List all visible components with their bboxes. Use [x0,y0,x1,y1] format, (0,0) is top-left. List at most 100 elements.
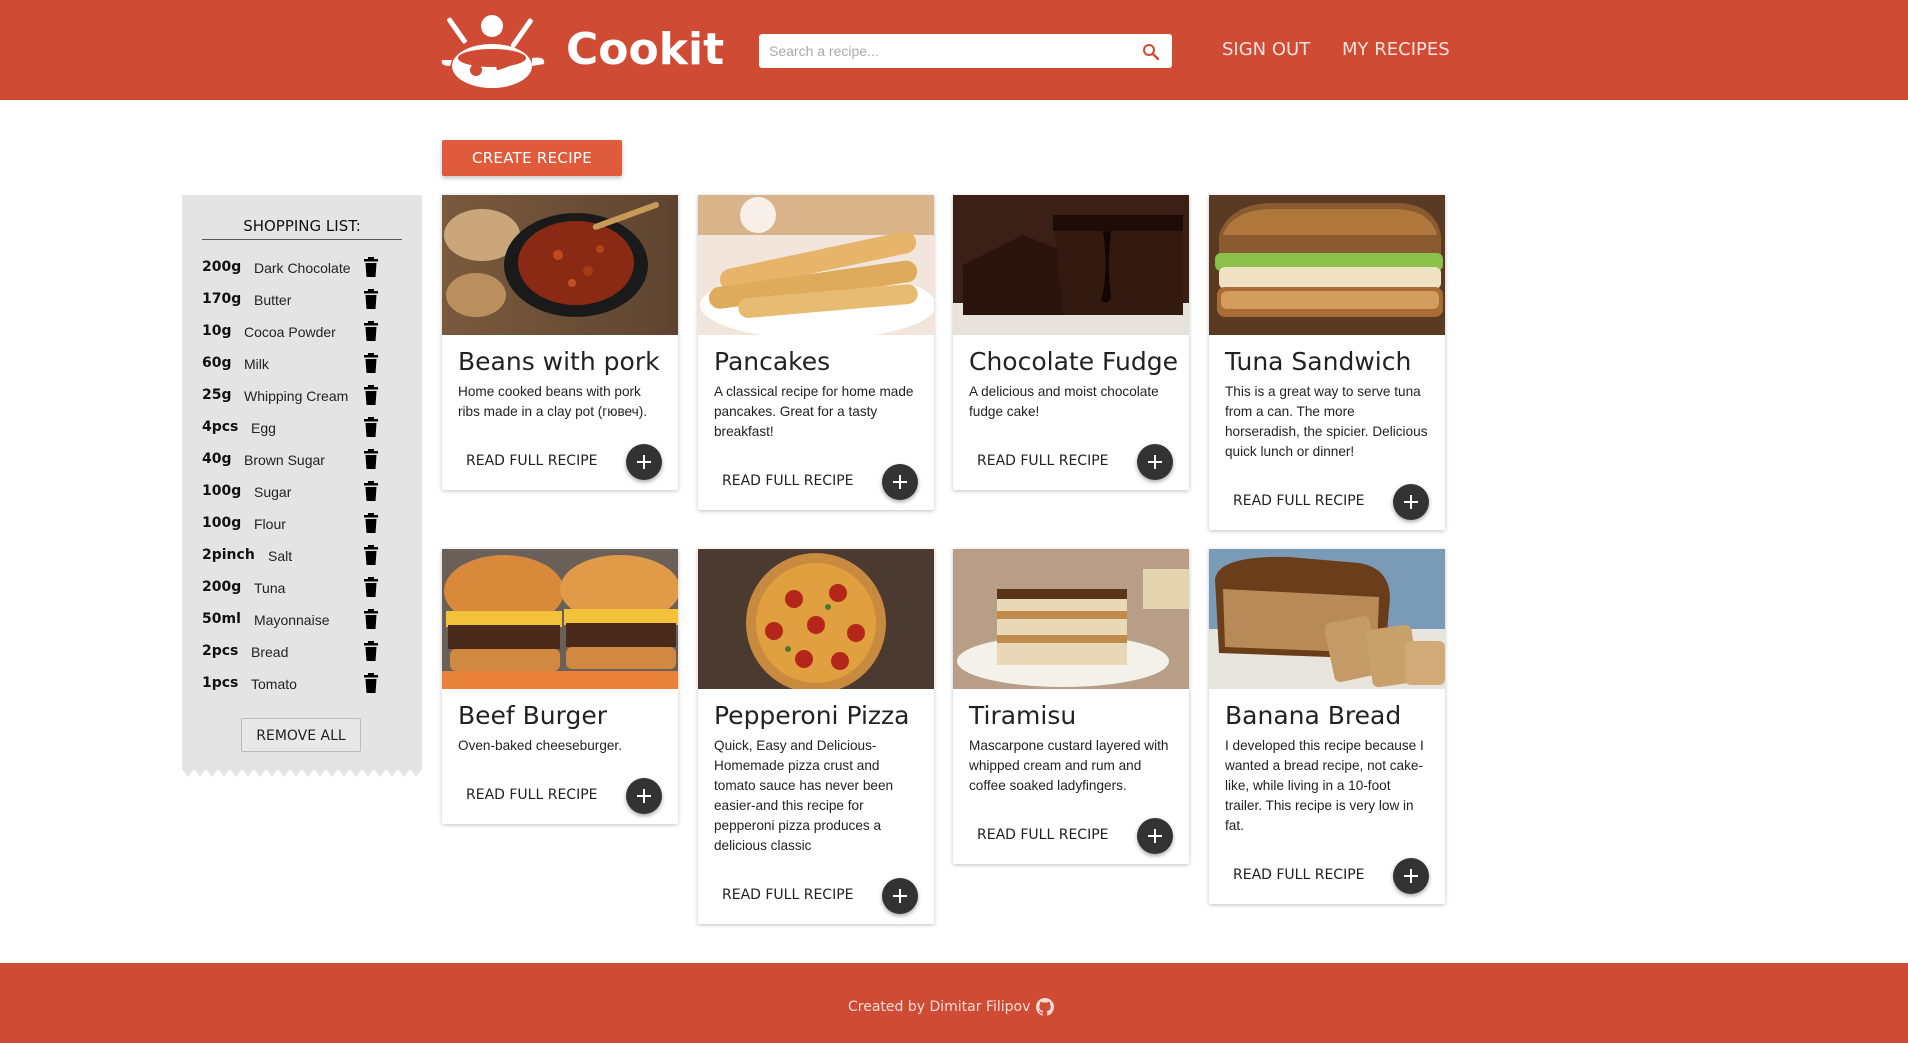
item-quantity: 100g [202,483,242,499]
read-full-recipe-link[interactable]: READ FULL RECIPE [977,451,1109,471]
search-input[interactable] [769,34,1129,68]
add-to-shopping-list-button[interactable] [1393,858,1429,894]
trash-icon[interactable] [363,449,379,469]
shopping-list-item: 200g Dark Chocolate [202,255,402,279]
shopping-list-item: 25g Whipping Cream [202,383,402,407]
my-recipes-link[interactable]: MY RECIPES [1342,34,1450,66]
add-to-shopping-list-button[interactable] [1137,444,1173,480]
add-to-shopping-list-button[interactable] [1393,484,1429,520]
trash-icon[interactable] [363,577,379,597]
read-full-recipe-link[interactable]: READ FULL RECIPE [466,785,598,805]
item-quantity: 10g [202,323,232,339]
recipe-image[interactable] [442,549,678,689]
recipe-description: A classical recipe for home made pancake… [714,384,914,439]
add-to-shopping-list-button[interactable] [882,878,918,914]
shopping-list-item: 10g Cocoa Powder [202,319,402,343]
add-to-shopping-list-button[interactable] [882,464,918,500]
plus-icon [637,455,651,469]
pizza-image [698,549,934,689]
trash-icon[interactable] [363,641,379,661]
trash-icon[interactable] [363,257,379,277]
read-full-recipe-link[interactable]: READ FULL RECIPE [466,451,598,471]
trash-icon[interactable] [363,513,379,533]
shopping-list-item: 2pinch Salt [202,543,402,567]
trash-icon[interactable] [363,289,379,309]
item-name: Salt [268,548,293,564]
item-name: Cocoa Powder [244,324,336,340]
plus-icon [893,889,907,903]
item-name: Egg [251,420,276,436]
sign-out-link[interactable]: SIGN OUT [1222,34,1310,66]
trash-icon[interactable] [363,609,379,629]
recipe-description: I developed this recipe because I wanted… [1225,738,1424,833]
trash-icon[interactable] [363,417,379,437]
search-icon[interactable] [1142,43,1160,61]
add-to-shopping-list-button[interactable] [1137,818,1173,854]
recipe-image[interactable] [953,549,1189,689]
sandwich-image [1209,195,1445,335]
banana-bread-image [1209,549,1445,689]
recipe-image[interactable] [1209,195,1445,335]
recipe-image[interactable] [442,195,678,335]
read-full-recipe-link[interactable]: READ FULL RECIPE [722,885,854,905]
recipe-title: Beef Burger [458,701,608,730]
shopping-list-item: 4pcs Egg [202,415,402,439]
item-name: Flour [254,516,286,532]
read-full-recipe-link[interactable]: READ FULL RECIPE [1233,491,1365,511]
item-quantity: 50ml [202,611,241,627]
cooking-pot-logo-icon [441,15,545,88]
pancakes-image [698,195,934,335]
item-quantity: 200g [202,579,242,595]
shopping-list-title: SHOPPING LIST: [202,217,402,240]
footer: Created by Dimitar Filipov [0,963,1908,1043]
tiramisu-image [953,549,1189,689]
item-quantity: 2pinch [202,547,255,563]
shopping-list-torn-edge [182,765,422,777]
item-quantity: 4pcs [202,419,239,435]
burger-image [442,549,678,689]
recipe-image[interactable] [698,195,934,335]
trash-icon[interactable] [363,321,379,341]
shopping-list-item: 2pcs Bread [202,639,402,663]
plus-icon [1148,455,1162,469]
trash-icon[interactable] [363,673,379,693]
shopping-list-item: 50ml Mayonnaise [202,607,402,631]
trash-icon[interactable] [363,385,379,405]
item-name: Tomato [251,676,297,692]
recipe-description: Oven-baked cheeseburger. [458,738,622,753]
beans-pot-image [442,195,678,335]
add-to-shopping-list-button[interactable] [626,778,662,814]
recipe-description: Quick, Easy and Delicious- Homemade pizz… [714,738,894,853]
add-to-shopping-list-button[interactable] [626,444,662,480]
shopping-list-item: 170g Butter [202,287,402,311]
create-recipe-button[interactable]: CREATE RECIPE [442,140,622,176]
item-quantity: 1pcs [202,675,239,691]
recipe-image[interactable] [953,195,1189,335]
recipe-image[interactable] [698,549,934,689]
recipe-card: Pepperoni Pizza Quick, Easy and Delicious… [698,549,934,924]
shopping-list-item: 1pcs Tomato [202,671,402,695]
shopping-list-item: 60g Milk [202,351,402,375]
recipe-description: This is a great way to serve tuna from a… [1225,384,1428,459]
footer-credit: Created by Dimitar Filipov [848,999,1031,1015]
item-name: Butter [254,292,292,308]
item-quantity: 40g [202,451,232,467]
recipe-title: Pancakes [714,347,831,376]
chocolate-cake-image [953,195,1189,335]
item-name: Bread [251,644,289,660]
brand-title[interactable]: Cookit [566,22,724,78]
item-name: Milk [244,356,269,372]
remove-all-button[interactable]: REMOVE ALL [241,718,361,752]
item-name: Sugar [254,484,292,500]
recipe-image[interactable] [1209,549,1445,689]
item-name: Mayonnaise [254,612,330,628]
read-full-recipe-link[interactable]: READ FULL RECIPE [977,825,1109,845]
read-full-recipe-link[interactable]: READ FULL RECIPE [722,471,854,491]
shopping-list: SHOPPING LIST: 200g Dark Chocolate 170g But… [182,195,422,765]
trash-icon[interactable] [363,545,379,565]
read-full-recipe-link[interactable]: READ FULL RECIPE [1233,865,1365,885]
recipe-title: Banana Bread [1225,701,1402,730]
trash-icon[interactable] [363,481,379,501]
github-icon[interactable] [1036,998,1054,1016]
trash-icon[interactable] [363,353,379,373]
